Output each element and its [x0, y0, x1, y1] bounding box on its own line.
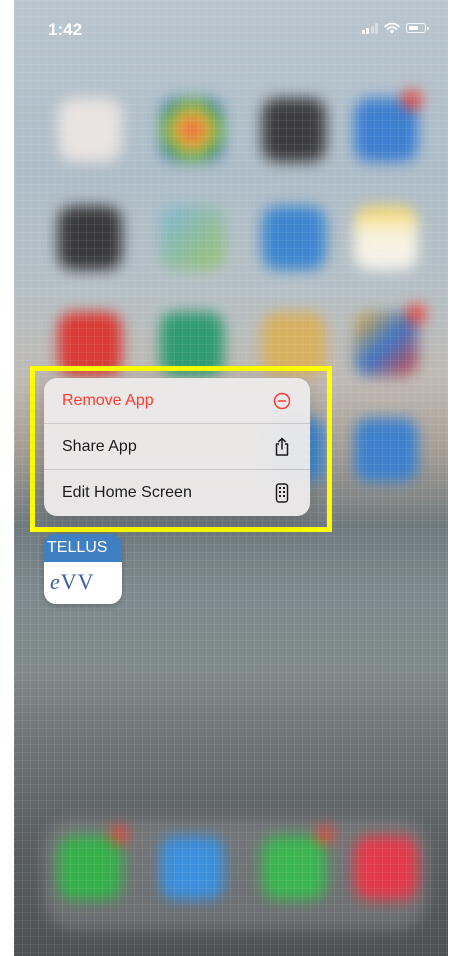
blurred-badge — [406, 304, 426, 324]
app-icon-brand-text: TELLUS — [44, 534, 122, 562]
blurred-dock-icon — [262, 836, 326, 900]
edit-home-screen-label: Edit Home Screen — [62, 484, 192, 501]
remove-app-label: Remove App — [62, 391, 154, 409]
blurred-dock-icon — [354, 836, 418, 900]
wifi-icon — [384, 22, 400, 34]
blurred-dock-icon — [160, 836, 224, 900]
blurred-app-icon — [58, 98, 122, 162]
blurred-app-icon — [354, 312, 418, 376]
status-time: 1:42 — [48, 20, 83, 39]
minus-circle-icon — [272, 391, 292, 411]
blurred-badge — [316, 826, 334, 844]
blurred-app-icon — [354, 418, 418, 482]
edit-home-screen-menu-item[interactable]: Edit Home Screen — [44, 470, 310, 516]
status-bar: 1:42 — [14, 0, 448, 56]
blurred-app-icon — [354, 206, 418, 270]
app-icon-logo-e: e — [50, 569, 61, 594]
status-icons — [361, 22, 429, 34]
blurred-app-icon — [58, 206, 122, 270]
cellular-signal-icon — [361, 22, 378, 34]
remove-app-menu-item[interactable]: Remove App — [44, 378, 310, 424]
share-icon — [272, 437, 292, 457]
share-app-menu-item[interactable]: Share App — [44, 424, 310, 470]
blurred-app-icon — [262, 206, 326, 270]
blurred-badge — [110, 826, 128, 844]
blurred-app-icon — [262, 98, 326, 162]
app-icon-logo-text: eVV — [44, 562, 122, 604]
blurred-app-icon — [160, 206, 224, 270]
app-icon-logo-rest: VV — [60, 569, 95, 594]
blurred-dock-icon — [58, 836, 122, 900]
tellus-evv-app-icon[interactable]: TELLUS eVV — [44, 534, 122, 604]
phone-screen-icon — [272, 483, 292, 503]
blurred-badge — [402, 90, 422, 110]
app-context-menu: Remove App Share App Edit Home Screen — [44, 378, 310, 516]
share-app-label: Share App — [62, 437, 137, 455]
battery-icon — [406, 23, 429, 33]
blurred-app-icon — [160, 98, 224, 162]
